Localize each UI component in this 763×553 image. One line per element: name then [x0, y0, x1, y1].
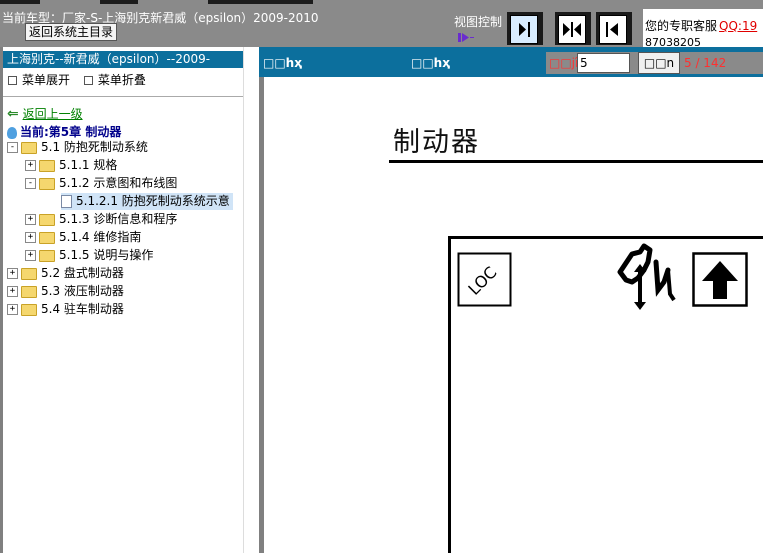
tree-item[interactable]: - 5.1 防抱死制动系统 [7, 139, 148, 156]
folder-icon [21, 303, 37, 316]
folder-icon [39, 249, 55, 262]
menu-collapse-link[interactable]: 菜单折叠 [98, 73, 146, 87]
tree-item[interactable]: +5.1.4 维修指南 [25, 229, 141, 246]
expand-toggle-icon[interactable]: + [25, 160, 36, 171]
expand-toggle-icon[interactable]: + [25, 250, 36, 261]
menu-controls: 菜单展开 菜单折叠 [6, 71, 146, 88]
back-arrow-icon: ⇐ [7, 106, 19, 122]
divider [3, 96, 259, 97]
page-title: 制动器 [393, 127, 480, 158]
expand-toggle-icon[interactable]: + [7, 304, 18, 315]
top-strip [208, 0, 313, 4]
expand-toggle-icon[interactable]: + [7, 268, 18, 279]
tree-item-label[interactable]: 5.1.2.1 防抱死制动系统示意 [76, 194, 230, 208]
tree-item-label[interactable]: 5.1 防抱死制动系统 [41, 140, 148, 154]
document-page: 制动器 LOC [264, 77, 763, 553]
view-control-label: 视图控制 [454, 15, 503, 29]
view-split-button[interactable] [555, 12, 591, 45]
globe-icon [7, 126, 17, 139]
collapse-toggle-icon[interactable]: - [25, 178, 36, 189]
go-button[interactable]: □□n [638, 52, 680, 74]
folder-icon [39, 213, 55, 226]
page-number-input[interactable] [577, 53, 630, 73]
tree-item[interactable]: +5.1.5 说明与操作 [25, 247, 153, 264]
up-arrow-box-icon [692, 252, 748, 307]
service-number: 87038205 [645, 36, 701, 47]
sidebar-title: 上海别克--新君威（epsilon）--2009- [3, 51, 244, 68]
tree-item[interactable]: - 5.1.2 示意图和布线图 [25, 175, 177, 192]
service-text: 您的专职客服 [645, 19, 718, 33]
tree-item[interactable]: +5.1.3 诊断信息和程序 [25, 211, 177, 228]
tree-item-label[interactable]: 5.2 盘式制动器 [41, 266, 124, 280]
menu-expand-link[interactable]: 菜单展开 [22, 73, 70, 87]
top-bar: 当前车型：厂家-S-上海别克新君威（epsilon）2009-2010 返回系统… [0, 0, 763, 47]
view-right-button[interactable] [507, 12, 543, 45]
toolbar-button-1[interactable]: □□hҳ [263, 56, 302, 70]
catalog-sidebar: 上海别克--新君威（epsilon）--2009- 菜单展开 菜单折叠 ⇐ 返回… [3, 47, 259, 553]
back-up-row[interactable]: ⇐ 返回上一级 [7, 105, 83, 122]
tree-item-label[interactable]: 5.1.3 诊断信息和程序 [59, 212, 177, 226]
view-control-icon [458, 33, 474, 42]
page-navigator: □□jî □□n 5 / 142 [546, 52, 763, 74]
title-underline [389, 160, 763, 163]
tree-item-label[interactable]: 5.3 液压制动器 [41, 284, 124, 298]
page-label: □□jî [549, 56, 579, 70]
top-strip [0, 0, 40, 4]
tree-item-label[interactable]: 5.1.5 说明与操作 [59, 248, 153, 262]
current-chapter: 当前:第5章 制动器 [7, 123, 121, 140]
expand-icon [8, 75, 17, 85]
collapse-icon [83, 75, 93, 85]
tree-item-selected[interactable]: 5.1.2.1 防抱死制动系统示意 [61, 193, 233, 210]
folder-open-icon [21, 141, 37, 154]
view-left-button[interactable] [596, 12, 632, 45]
tree-item-label[interactable]: 5.1.4 维修指南 [59, 230, 141, 244]
toolbar-button-2[interactable]: □□hҳ [411, 56, 450, 70]
service-label: 您的专职客服 QQ:19 [645, 17, 757, 34]
top-strip [100, 0, 138, 4]
tree-item[interactable]: +5.2 盘式制动器 [7, 265, 124, 282]
expand-toggle-icon[interactable]: + [25, 232, 36, 243]
customer-service-box: 您的专职客服 QQ:19 87038205 [643, 9, 763, 47]
document-toolbar: □□hҳ □□hҳ □□jî □□n 5 / 142 [259, 47, 763, 77]
tree-item[interactable]: +5.1.1 规格 [25, 157, 117, 174]
qq-link[interactable]: QQ:19 [719, 19, 757, 33]
sidebar-scrollbar[interactable] [243, 47, 259, 553]
back-to-main-button[interactable]: 返回系统主目录 [25, 23, 118, 41]
folder-icon [21, 267, 37, 280]
folder-icon [21, 285, 37, 298]
folder-open-icon [39, 177, 55, 190]
back-up-link[interactable]: 返回上一级 [23, 107, 83, 121]
folder-icon [39, 231, 55, 244]
arrow-right-bar-icon [519, 22, 530, 37]
page-count: 5 / 142 [684, 56, 727, 70]
location-box: LOC [457, 252, 512, 307]
expand-toggle-icon[interactable]: + [7, 286, 18, 297]
hand-arrows-icon [617, 243, 676, 310]
tree-item-label[interactable]: 5.1.2 示意图和布线图 [59, 176, 177, 190]
tree-item[interactable]: +5.3 液压制动器 [7, 283, 124, 300]
current-chapter-label: 当前:第5章 制动器 [20, 125, 122, 139]
document-icon [61, 195, 72, 208]
arrows-converge-icon [563, 22, 581, 37]
arrow-left-bar-icon [606, 22, 618, 37]
tree-item-label[interactable]: 5.4 驻车制动器 [41, 302, 124, 316]
folder-icon [39, 159, 55, 172]
expand-toggle-icon[interactable]: + [25, 214, 36, 225]
collapse-toggle-icon[interactable]: - [7, 142, 18, 153]
tree-item-label[interactable]: 5.1.1 规格 [59, 158, 117, 172]
tree-item[interactable]: +5.4 驻车制动器 [7, 301, 124, 318]
